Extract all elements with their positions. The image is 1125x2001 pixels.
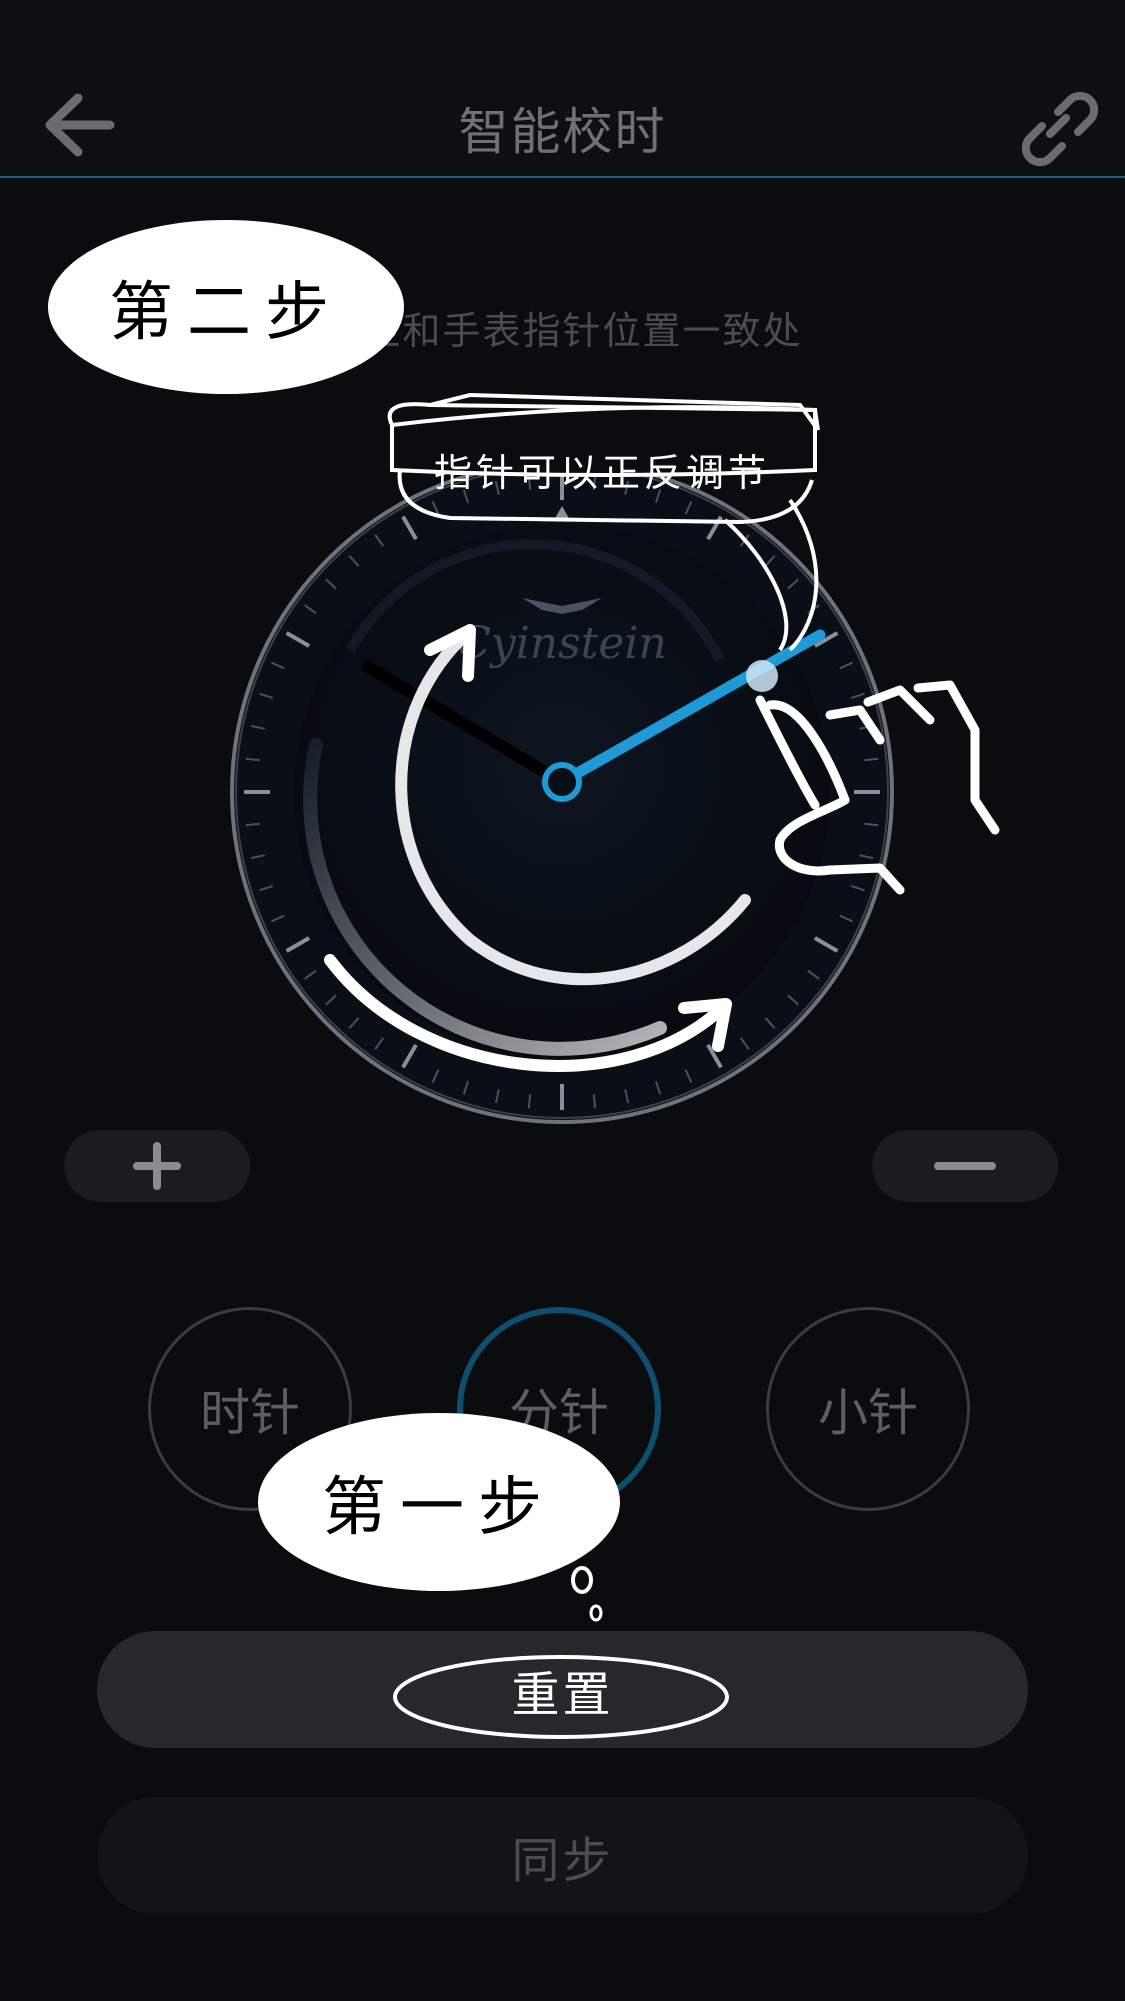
decrease-button[interactable] <box>872 1130 1058 1202</box>
link-button[interactable] <box>1012 82 1102 172</box>
page-title: 智能校时 <box>458 103 667 161</box>
plus-icon <box>133 1142 181 1190</box>
sync-button[interactable]: 同步 <box>97 1797 1028 1914</box>
step-two-label: 第二步 <box>109 276 343 350</box>
increase-button[interactable] <box>64 1130 250 1202</box>
step-one-label: 第一步 <box>322 1471 556 1545</box>
reset-button[interactable]: 重置 <box>97 1631 1028 1748</box>
watch-dial[interactable]: Cyinstein <box>230 460 895 1125</box>
step-one-bubble: 第一步 <box>258 1413 620 1591</box>
hour-hand-label: 时针 <box>200 1384 300 1442</box>
link-icon <box>1021 91 1099 167</box>
sync-label: 同步 <box>511 1832 614 1889</box>
small-hand-label: 小针 <box>818 1384 918 1442</box>
step-two-bubble: 第二步 <box>48 220 404 394</box>
watch-brand: Cyinstein <box>457 618 667 669</box>
minus-icon <box>934 1162 996 1170</box>
small-hand-button[interactable]: 小针 <box>766 1307 970 1511</box>
reset-label: 重置 <box>511 1666 614 1723</box>
top-bar: 智能校时 <box>0 0 1125 178</box>
tip-note: 指针可以正反调节 <box>433 451 770 495</box>
